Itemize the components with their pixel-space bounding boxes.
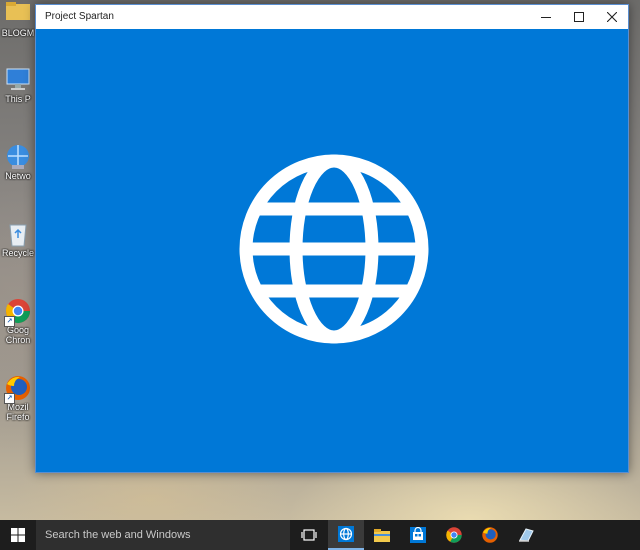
taskbar-firefox[interactable] (472, 520, 508, 550)
taskbar-chrome[interactable] (436, 520, 472, 550)
shortcut-arrow-icon: ↗ (4, 316, 15, 327)
folder-icon (4, 0, 32, 28)
close-icon (607, 12, 617, 22)
desktop-icon-label: BLOGM (1, 28, 35, 38)
spartan-browser-icon (338, 526, 354, 542)
network-icon (4, 143, 32, 171)
shortcut-arrow-icon: ↗ (4, 393, 15, 404)
taskbar-store[interactable] (400, 520, 436, 550)
desktop-icon-label: Netwo (5, 171, 31, 181)
task-view-icon (301, 529, 317, 541)
desktop-icon-label: Goog Chron (5, 325, 31, 345)
window-titlebar[interactable]: Project Spartan (36, 5, 628, 29)
desktop-icon-label: Recycle (1, 248, 34, 258)
desktop-icon-firefox[interactable]: ↗ Mozil Firefo (0, 374, 36, 422)
splash-screen (36, 29, 628, 472)
desktop-icon-blogm[interactable]: BLOGM (0, 0, 36, 38)
desktop-icon-network[interactable]: Netwo (0, 143, 36, 181)
taskbar-spartan[interactable] (328, 520, 364, 550)
desktop-icon-recycle-bin[interactable]: Recycle (0, 220, 36, 258)
misc-app-icon (519, 528, 534, 542)
maximize-button[interactable] (562, 5, 596, 29)
taskbar: Search the web and Windows (0, 520, 640, 550)
chrome-icon: ↗ (4, 297, 32, 327)
desktop-icon-label: This P (5, 94, 31, 104)
computer-icon (4, 66, 32, 94)
recycle-bin-icon (4, 220, 32, 248)
globe-icon (239, 154, 429, 344)
close-button[interactable] (595, 5, 629, 29)
store-icon (410, 527, 426, 543)
minimize-button[interactable] (529, 5, 563, 29)
task-view-button[interactable] (291, 520, 327, 550)
maximize-icon (574, 12, 584, 22)
search-placeholder: Search the web and Windows (45, 529, 191, 541)
chrome-icon (446, 527, 462, 543)
start-button[interactable] (0, 520, 36, 550)
spartan-window[interactable]: Project Spartan (35, 4, 629, 473)
taskbar-misc-app[interactable] (508, 520, 544, 550)
firefox-icon (482, 527, 498, 543)
firefox-icon: ↗ (4, 374, 32, 404)
desktop-icon-this-pc[interactable]: This P (0, 66, 36, 104)
window-title: Project Spartan (45, 11, 114, 22)
desktop-icon-chrome[interactable]: ↗ Goog Chron (0, 297, 36, 345)
taskbar-file-explorer[interactable] (364, 520, 400, 550)
file-explorer-icon (374, 528, 390, 542)
windows-start-icon (11, 528, 25, 542)
minimize-icon (541, 17, 551, 18)
search-box[interactable]: Search the web and Windows (36, 520, 290, 550)
desktop-icon-label: Mozil Firefo (6, 402, 30, 422)
